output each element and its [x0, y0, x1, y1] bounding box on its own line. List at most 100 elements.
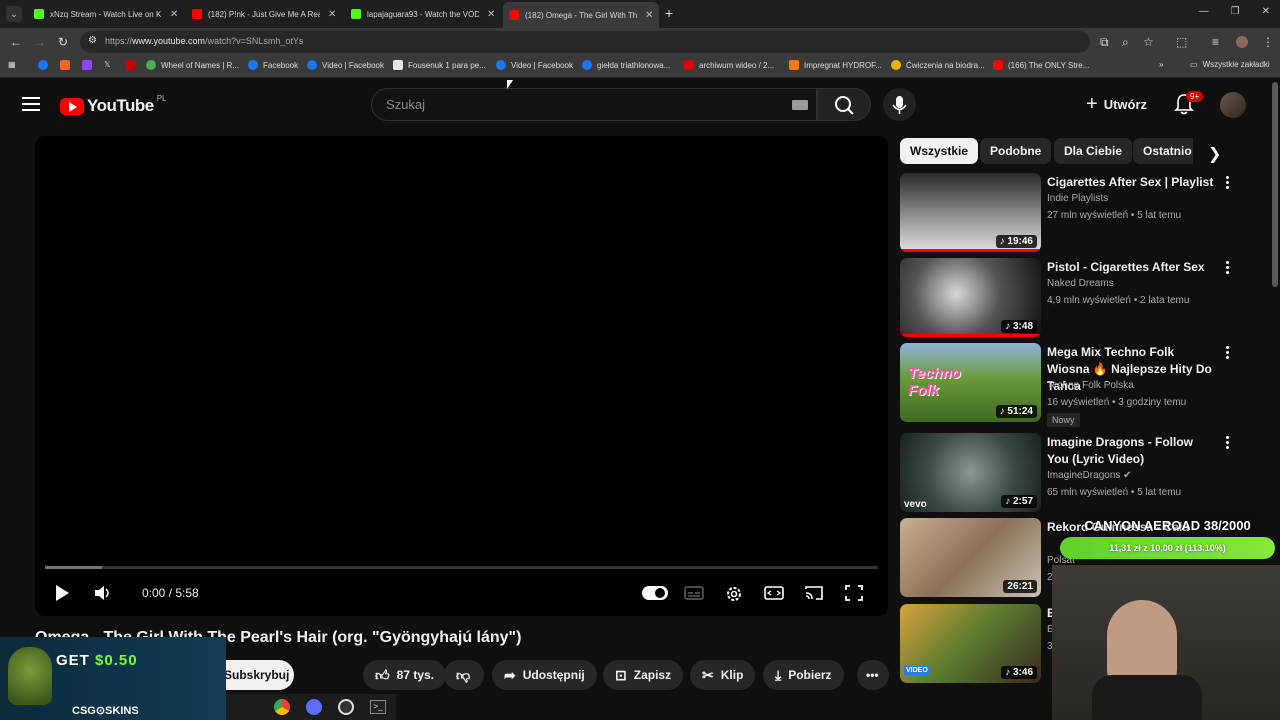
autoplay-toggle[interactable]: [642, 586, 668, 600]
terminal-icon[interactable]: >_: [370, 700, 386, 714]
bookmark-cwiczenia[interactable]: Ćwiczenia na biodra...: [891, 60, 985, 70]
recommendation-title[interactable]: Imagine Dragons - Follow You (Lyric Vide…: [1047, 434, 1217, 468]
video-thumbnail[interactable]: Techno Folk ♪ 51:24: [900, 343, 1041, 422]
video-thumbnail[interactable]: 26:21: [900, 518, 1041, 597]
more-options-icon[interactable]: [1226, 261, 1230, 276]
subtitles-icon[interactable]: [684, 584, 704, 602]
theater-mode-icon[interactable]: [764, 584, 784, 602]
forward-icon[interactable]: →: [34, 35, 46, 49]
bookmark-video-facebook[interactable]: Video | Facebook: [307, 60, 384, 70]
extensions-icon[interactable]: ⬚: [1176, 35, 1187, 49]
obs-icon[interactable]: [338, 699, 354, 715]
channel-name[interactable]: Techno Folk Polska: [1047, 380, 1134, 391]
profile-avatar[interactable]: [1236, 36, 1248, 48]
more-options-icon[interactable]: [1226, 436, 1230, 451]
search-button[interactable]: [817, 88, 871, 121]
channel-name[interactable]: ImagineDragons: [1047, 470, 1120, 481]
bookmark-star-icon[interactable]: ☆: [1143, 35, 1154, 49]
browser-tab-2[interactable]: (182) P!nk - Just Give Me A Rea ✕: [186, 4, 342, 24]
recommendation-item[interactable]: ♪ 3:48 Pistol - Cigarettes After Sex Nak…: [900, 258, 1240, 338]
page-scrollbar[interactable]: [1272, 82, 1278, 287]
browser-tab-4-active[interactable]: (182) Omega - The Girl With Th ✕: [503, 2, 660, 28]
recommendation-item[interactable]: Techno Folk ♪ 51:24 Mega Mix Techno Folk …: [900, 343, 1240, 427]
close-window-icon[interactable]: ✕: [1262, 6, 1270, 17]
close-tab-icon[interactable]: ✕: [645, 10, 653, 21]
more-options-icon[interactable]: [1226, 176, 1230, 191]
chip-all[interactable]: Wszystkie: [900, 138, 979, 164]
save-button[interactable]: ⊡ Zapisz: [603, 660, 684, 690]
recommendation-title[interactable]: Pistol - Cigarettes After Sex: [1047, 259, 1217, 276]
media-controls-icon[interactable]: ≡: [1212, 35, 1219, 49]
like-button[interactable]: 👍︎ 87 tys.: [363, 660, 446, 690]
share-button[interactable]: ➦ Udostępnij: [492, 660, 597, 690]
video-thumbnail[interactable]: ♪ 19:46: [900, 173, 1041, 252]
install-app-icon[interactable]: ⧉: [1100, 35, 1109, 50]
play-icon[interactable]: [53, 584, 71, 602]
bookmark-video-facebook-2[interactable]: Video | Facebook: [496, 60, 573, 70]
search-input[interactable]: Szukaj: [371, 88, 817, 121]
bookmark-facebook[interactable]: [38, 60, 53, 70]
browser-menu-icon[interactable]: ⋮: [1262, 35, 1274, 49]
bookmark-twitch[interactable]: [82, 60, 97, 70]
dislike-button[interactable]: 👎︎: [444, 660, 484, 690]
video-thumbnail[interactable]: vevo ♪ 2:57: [900, 433, 1041, 512]
new-tab-icon[interactable]: +: [665, 5, 673, 21]
url-field[interactable]: ⚙ https://www.youtube.com/watch?v=SNLsmh…: [80, 31, 1090, 53]
volume-icon[interactable]: [93, 584, 113, 602]
chip-related[interactable]: Podobne: [980, 138, 1052, 164]
bookmark-wheel[interactable]: Wheel of Names | R...: [146, 60, 239, 70]
cast-icon[interactable]: [804, 584, 824, 602]
fullscreen-icon[interactable]: [844, 584, 864, 602]
tab-search-icon[interactable]: ⌄: [6, 6, 22, 22]
bookmark-x[interactable]: 𝕏: [104, 60, 110, 69]
user-avatar[interactable]: [1220, 92, 1246, 118]
channel-name[interactable]: Naked Dreams: [1047, 278, 1114, 289]
voice-search-button[interactable]: [883, 88, 916, 121]
download-button[interactable]: ⤓ Pobierz: [763, 660, 844, 690]
more-actions-button[interactable]: •••: [857, 660, 889, 690]
recommendation-item[interactable]: vevo ♪ 2:57 Imagine Dragons - Follow You…: [900, 433, 1240, 513]
chevron-right-icon[interactable]: ❯: [1208, 144, 1221, 164]
recommendation-item[interactable]: ♪ 19:46 Cigarettes After Sex | Playlist …: [900, 173, 1240, 253]
keyboard-icon[interactable]: [792, 100, 808, 110]
browser-tab-1[interactable]: xNzq Stream - Watch Live on K ✕: [28, 4, 184, 24]
bookmark-orange[interactable]: [60, 60, 75, 70]
more-options-icon[interactable]: [1226, 346, 1230, 361]
menu-icon[interactable]: [22, 97, 40, 115]
youtube-logo[interactable]: YouTube PL: [60, 94, 167, 116]
video-thumbnail[interactable]: ♪ 3:48: [900, 258, 1041, 337]
bookmark-only-stre[interactable]: (166) The ONLY Stre...: [993, 60, 1089, 70]
close-tab-icon[interactable]: ✕: [487, 9, 495, 20]
bookmark-facebook-2[interactable]: Facebook: [248, 60, 298, 70]
browser-tab-3[interactable]: lapajaguara93 - Watch the VOD ✕: [345, 4, 501, 24]
chip-for-you[interactable]: Dla Ciebie: [1054, 138, 1133, 164]
more-bookmarks-icon[interactable]: »: [1159, 60, 1163, 69]
video-player[interactable]: 0:00 / 5:58: [35, 136, 888, 616]
reload-icon[interactable]: ↻: [58, 35, 68, 49]
subscribe-button[interactable]: Subskrybuj: [220, 660, 294, 690]
discord-icon[interactable]: [306, 699, 322, 715]
all-bookmarks[interactable]: ▭ Wszystkie zakładki: [1190, 60, 1270, 69]
close-tab-icon[interactable]: ✕: [328, 9, 336, 20]
chip-recent[interactable]: Ostatnio: [1133, 138, 1193, 164]
bookmark-fousenuk[interactable]: Fousenuk 1 para pe...: [393, 60, 486, 70]
apps-grid-icon[interactable]: ▦: [8, 60, 16, 69]
maximize-icon[interactable]: ❐: [1231, 6, 1240, 17]
close-tab-icon[interactable]: ✕: [170, 9, 178, 20]
channel-name-verified[interactable]: ImagineDragons ✔: [1047, 470, 1132, 481]
clip-button[interactable]: ✂ Klip: [690, 660, 756, 690]
zoom-icon[interactable]: ⌕: [1122, 35, 1129, 50]
recommendation-title[interactable]: Cigarettes After Sex | Playlist: [1047, 174, 1217, 191]
bookmark-impregnat[interactable]: Impregnat HYDROF...: [789, 60, 882, 70]
settings-gear-icon[interactable]: [724, 584, 744, 604]
progress-bar[interactable]: [45, 566, 878, 569]
back-icon[interactable]: ←: [10, 35, 22, 49]
video-thumbnail[interactable]: VIDEO ♪ 3:46: [900, 604, 1041, 683]
minimize-icon[interactable]: —: [1199, 6, 1209, 17]
create-button[interactable]: + Utwórz: [1086, 93, 1147, 116]
bookmark-archiwum[interactable]: archiwum wideo / 2...: [684, 60, 774, 70]
channel-name[interactable]: Indie Playlists: [1047, 193, 1108, 204]
chrome-icon[interactable]: [274, 699, 290, 715]
bookmark-red[interactable]: [125, 60, 140, 70]
site-info-icon[interactable]: ⚙: [88, 35, 97, 46]
